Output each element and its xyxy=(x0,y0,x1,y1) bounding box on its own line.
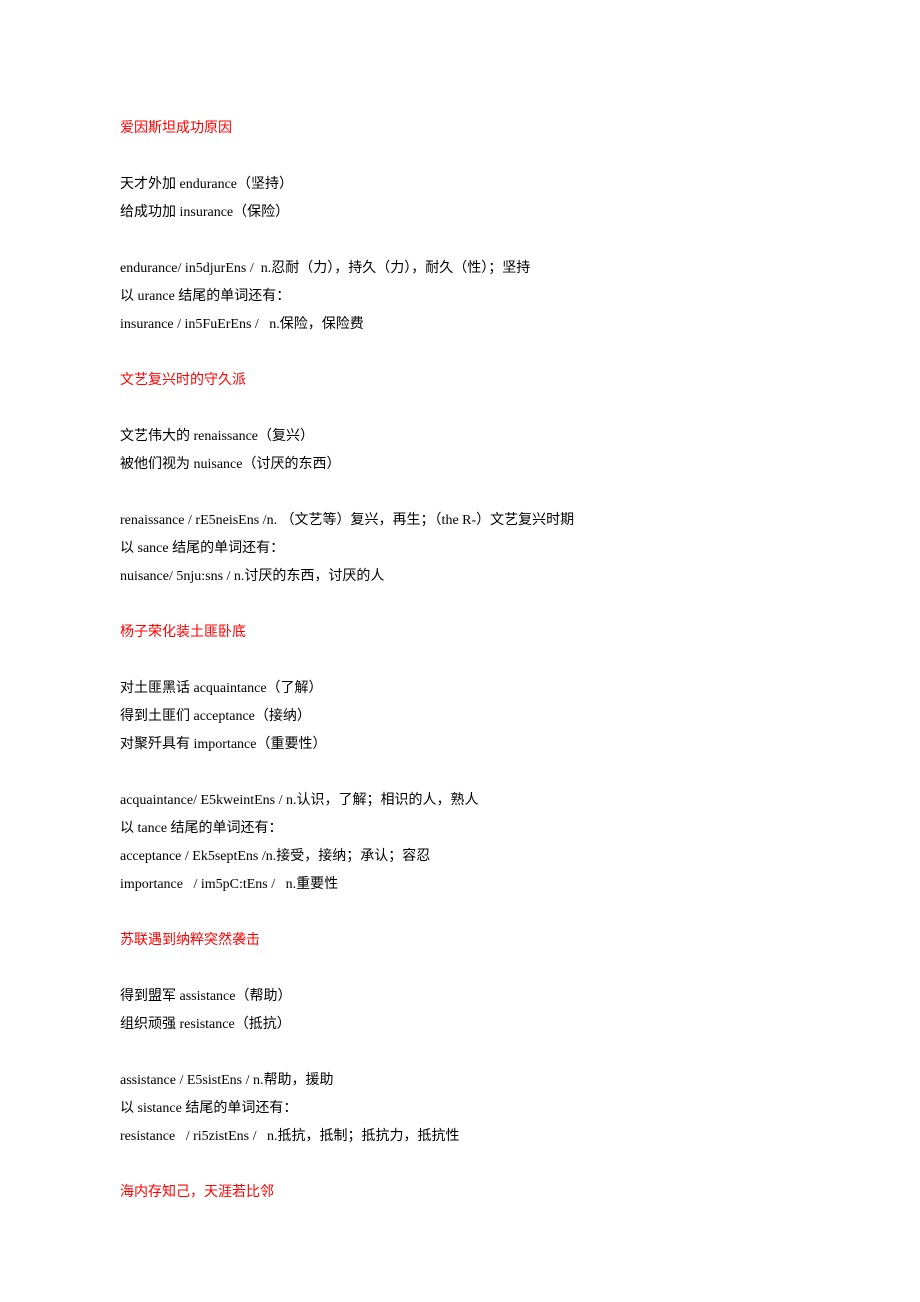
text-line: 以 urance 结尾的单词还有： xyxy=(120,283,800,311)
text-line: acquaintance/ E5kweintEns / n.认识，了解；相识的人… xyxy=(120,787,800,815)
text-line: 天才外加 endurance（坚持） xyxy=(120,171,800,199)
text-line: 以 sance 结尾的单词还有： xyxy=(120,535,800,563)
text-line: 得到盟军 assistance（帮助） xyxy=(120,983,800,1011)
text-line: acceptance / Ek5septEns /n.接受，接纳；承认；容忍 xyxy=(120,843,800,871)
paragraph: renaissance / rE5neisEns /n. （文艺等）复兴，再生；… xyxy=(120,507,800,591)
text-line: resistance / ri5zistEns / n.抵抗，抵制；抵抗力，抵抗… xyxy=(120,1123,800,1151)
paragraph: 对土匪黑话 acquaintance（了解）得到土匪们 acceptance（接… xyxy=(120,675,800,759)
text-line: insurance / in5FuErEns / n.保险，保险费 xyxy=(120,311,800,339)
text-line: 以 sistance 结尾的单词还有： xyxy=(120,1095,800,1123)
paragraph: acquaintance/ E5kweintEns / n.认识，了解；相识的人… xyxy=(120,787,800,899)
text-line: endurance/ in5djurEns / n.忍耐（力），持久（力），耐久… xyxy=(120,255,800,283)
text-line: 给成功加 insurance（保险） xyxy=(120,199,800,227)
text-line: 文艺伟大的 renaissance（复兴） xyxy=(120,423,800,451)
section-heading: 杨子荣化装土匪卧底 xyxy=(120,619,800,647)
text-line: 被他们视为 nuisance（讨厌的东西） xyxy=(120,451,800,479)
paragraph: 得到盟军 assistance（帮助）组织顽强 resistance（抵抗） xyxy=(120,983,800,1039)
document-page: 爱因斯坦成功原因天才外加 endurance（坚持）给成功加 insurance… xyxy=(0,0,920,1295)
section-heading: 苏联遇到纳粹突然袭击 xyxy=(120,927,800,955)
section-heading: 爱因斯坦成功原因 xyxy=(120,115,800,143)
paragraph: 文艺伟大的 renaissance（复兴）被他们视为 nuisance（讨厌的东… xyxy=(120,423,800,479)
paragraph: assistance / E5sistEns / n.帮助，援助以 sistan… xyxy=(120,1067,800,1151)
text-line: nuisance/ 5nju:sns / n.讨厌的东西，讨厌的人 xyxy=(120,563,800,591)
section-heading: 海内存知己，天涯若比邻 xyxy=(120,1179,800,1207)
text-line: assistance / E5sistEns / n.帮助，援助 xyxy=(120,1067,800,1095)
text-line: importance / im5pC:tEns / n.重要性 xyxy=(120,871,800,899)
section-heading: 文艺复兴时的守久派 xyxy=(120,367,800,395)
text-line: 对聚歼具有 importance（重要性） xyxy=(120,731,800,759)
text-line: 以 tance 结尾的单词还有： xyxy=(120,815,800,843)
paragraph: endurance/ in5djurEns / n.忍耐（力），持久（力），耐久… xyxy=(120,255,800,339)
text-line: 组织顽强 resistance（抵抗） xyxy=(120,1011,800,1039)
text-line: renaissance / rE5neisEns /n. （文艺等）复兴，再生；… xyxy=(120,507,800,535)
text-line: 对土匪黑话 acquaintance（了解） xyxy=(120,675,800,703)
text-line: 得到土匪们 acceptance（接纳） xyxy=(120,703,800,731)
paragraph: 天才外加 endurance（坚持）给成功加 insurance（保险） xyxy=(120,171,800,227)
